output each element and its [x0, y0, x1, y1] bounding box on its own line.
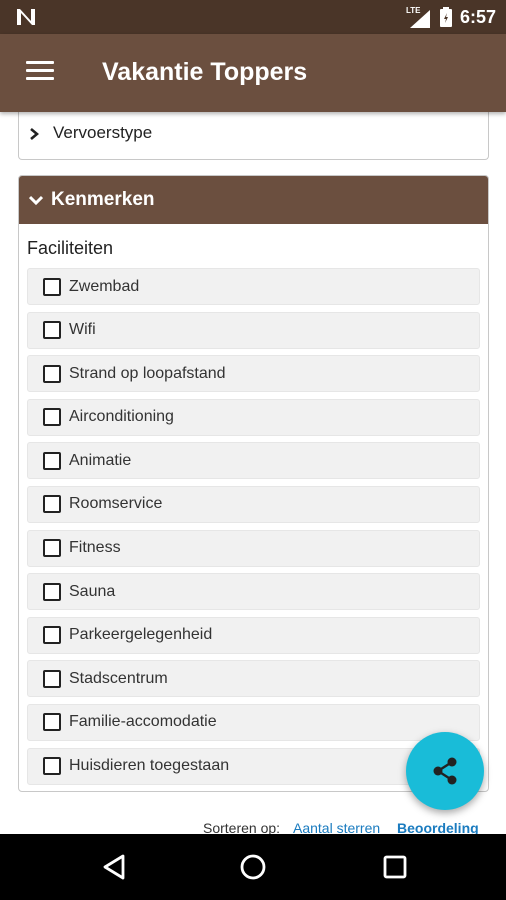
battery-icon: [439, 7, 452, 27]
signal-icon: LTE: [406, 6, 432, 28]
facility-item[interactable]: Roomservice: [27, 485, 480, 523]
share-icon: [433, 757, 457, 785]
notification-n-icon: [17, 9, 35, 25]
facility-label: Airconditioning: [69, 408, 174, 426]
checkbox[interactable]: [43, 495, 61, 514]
facility-item[interactable]: Familie-accomodatie: [27, 703, 480, 741]
section-vervoerstype[interactable]: Vervoerstype: [18, 112, 489, 160]
app-title: Vakantie Toppers: [102, 58, 308, 86]
checkbox[interactable]: [43, 669, 61, 688]
checkbox[interactable]: [43, 539, 61, 558]
facility-label: Fitness: [69, 539, 121, 557]
facility-label: Parkeergelegenheid: [69, 626, 213, 644]
facility-item[interactable]: Strand op loopafstand: [27, 355, 480, 393]
chevron-right-icon: [30, 128, 39, 140]
facility-label: Stadscentrum: [69, 669, 168, 687]
status-icons: LTE 6:57: [406, 6, 496, 28]
facility-label: Strand op loopafstand: [69, 364, 226, 382]
facility-item[interactable]: Wifi: [27, 311, 480, 349]
app-bar: Vakantie Toppers: [0, 34, 506, 112]
hamburger-menu-icon[interactable]: [26, 61, 54, 83]
sort-option-rating[interactable]: Beoordeling: [397, 820, 479, 834]
facility-label: Roomservice: [69, 495, 163, 513]
checkbox[interactable]: [43, 277, 61, 296]
recents-square-icon[interactable]: [380, 852, 410, 882]
facility-label: Zwembad: [69, 277, 140, 295]
back-triangle-icon[interactable]: [99, 852, 129, 882]
facility-label: Animatie: [69, 451, 132, 469]
chevron-down-icon: [29, 195, 43, 205]
section-label: Vervoerstype: [53, 123, 153, 142]
checkbox[interactable]: [43, 626, 61, 645]
sort-label: Sorteren op:: [203, 820, 281, 834]
facilities-list: Zwembad Wifi Strand op loopafstand Airco…: [27, 268, 480, 791]
facility-item[interactable]: Stadscentrum: [27, 660, 480, 698]
facility-item[interactable]: Zwembad: [27, 268, 480, 305]
filter-content[interactable]: Vervoerstype Kenmerken Faciliteiten Zwem…: [0, 112, 506, 834]
navigation-bar: [0, 834, 506, 900]
section-label: Kenmerken: [51, 189, 155, 210]
facility-item[interactable]: Sauna: [27, 573, 480, 611]
home-circle-icon[interactable]: [238, 852, 268, 882]
section-kenmerken-header[interactable]: Kenmerken: [19, 176, 488, 224]
checkbox[interactable]: [43, 582, 61, 601]
sort-option-stars[interactable]: Aantal sterren: [293, 820, 380, 834]
facility-item[interactable]: Parkeergelegenheid: [27, 616, 480, 654]
facility-label: Huisdieren toegestaan: [69, 757, 230, 775]
status-time: 6:57: [459, 6, 496, 27]
facility-label: Familie-accomodatie: [69, 713, 217, 731]
checkbox[interactable]: [43, 713, 61, 732]
section-kenmerken: Kenmerken Faciliteiten Zwembad Wifi Stra…: [18, 175, 489, 792]
checkbox[interactable]: [43, 408, 61, 427]
checkbox[interactable]: [43, 364, 61, 383]
facility-item[interactable]: Fitness: [27, 529, 480, 567]
facility-item[interactable]: Airconditioning: [27, 398, 480, 436]
status-bar: LTE 6:57: [0, 0, 506, 34]
checkbox[interactable]: [43, 757, 61, 776]
sort-row: Sorteren op: Aantal sterren Beoordeling: [0, 820, 506, 834]
checkbox[interactable]: [43, 451, 61, 470]
share-fab-button[interactable]: [406, 732, 484, 810]
facility-label: Wifi: [69, 321, 96, 339]
facilities-label: Faciliteiten: [27, 238, 114, 258]
facility-item[interactable]: Animatie: [27, 442, 480, 480]
facility-label: Sauna: [69, 582, 116, 600]
checkbox[interactable]: [43, 321, 61, 340]
